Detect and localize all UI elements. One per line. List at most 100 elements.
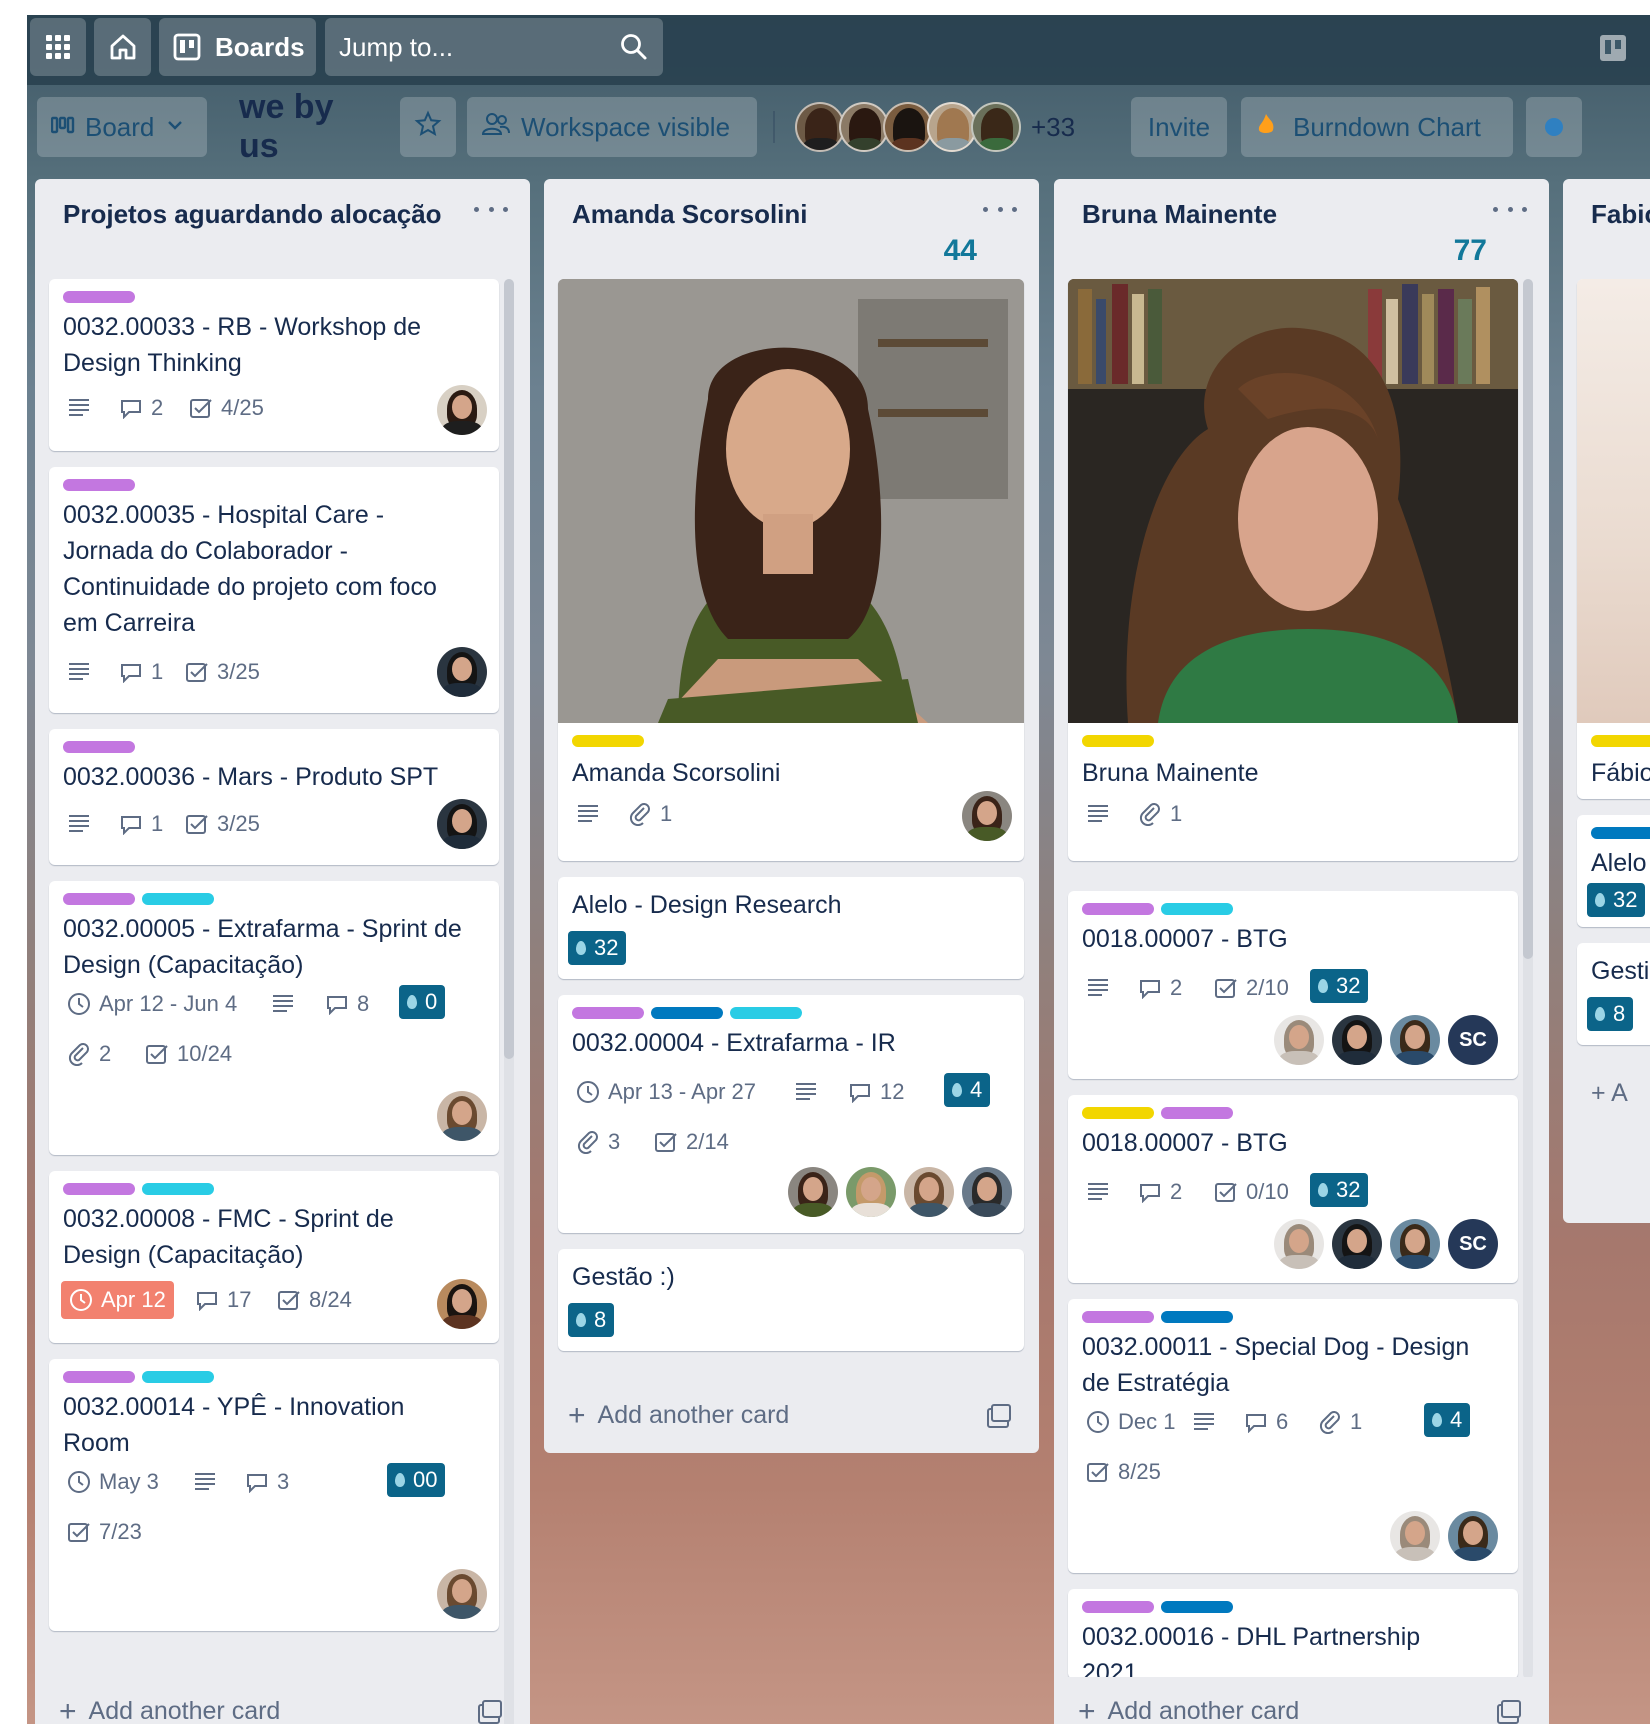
card-labels [572,1007,802,1019]
member-avatar[interactable] [904,1167,954,1217]
member-avatar[interactable] [1448,1511,1498,1561]
card-template-icon[interactable] [476,1699,504,1724]
trello-logo-icon[interactable] [1598,33,1628,63]
star-board-button[interactable] [400,97,456,157]
more-members-count[interactable]: +33 [1031,112,1075,143]
home-button[interactable] [94,18,151,76]
workspace-visibility-button[interactable]: Workspace visible [467,97,757,157]
card[interactable]: 0032.00014 - YPÊ - Innovation Room May 3… [49,1359,499,1631]
member-avatar[interactable] [1274,1015,1324,1065]
comments-badge: 1 [119,659,163,685]
member-avatar[interactable] [962,1167,1012,1217]
card-template-icon[interactable] [985,1403,1013,1431]
member-avatar[interactable] [437,799,487,849]
card[interactable]: Gestão :) 8 [558,1249,1024,1351]
card[interactable]: 0032.00035 - Hospital Care - Jornada do … [49,467,499,713]
member-avatar-initials[interactable]: SC [1448,1015,1498,1065]
add-another-card-button[interactable]: + A [1591,1079,1628,1108]
add-another-card-button[interactable]: + Add another card [568,1400,789,1430]
card-title: Gestão :) [572,1263,675,1291]
list-title[interactable]: Bruna Mainente [1082,199,1277,230]
member-avatar[interactable] [927,102,977,152]
list-title[interactable]: Projetos aguardando alocação [63,199,442,230]
pin-icon [1318,1183,1328,1197]
description-icon [69,663,89,680]
add-another-card-button[interactable]: + Add another card [59,1696,280,1724]
list-title[interactable]: Amanda Scorsolini [572,199,808,230]
checklist-badge: 7/23 [67,1519,142,1545]
card[interactable]: 0018.00007 - BTG 2 2/10 32 SC [1068,891,1518,1079]
member-avatar[interactable] [437,1569,487,1619]
label-blue [1161,1311,1233,1323]
boards-button[interactable]: Boards [159,18,316,76]
card-labels [1082,1601,1233,1613]
pin-icon [576,941,586,955]
card[interactable]: 0032.00008 - FMC - Sprint de Design (Cap… [49,1171,499,1343]
card[interactable]: 0032.00016 - DHL Partnership 2021 [1068,1589,1518,1679]
member-avatar[interactable] [962,791,1012,841]
member-avatar[interactable] [788,1167,838,1217]
card-with-cover[interactable]: Fábio [1577,279,1650,799]
member-avatar[interactable] [839,102,889,152]
member-avatar[interactable] [437,1279,487,1329]
card-labels [63,1183,214,1195]
list-card-count: 44 [943,234,977,267]
checklist-badge: 8/25 [1086,1459,1161,1485]
list-scrollbar-thumb[interactable] [504,279,514,1059]
list-menu-icon[interactable] [1493,199,1527,219]
jump-to-search[interactable]: Jump to... [325,18,663,76]
comments-badge: 6 [1244,1409,1288,1435]
card[interactable]: 0032.00033 - RB - Workshop de Design Thi… [49,279,499,451]
card[interactable]: 0032.00004 - Extrafarma - IR Apr 13 - Ap… [558,995,1024,1233]
member-avatar[interactable] [1390,1219,1440,1269]
list-menu-icon[interactable] [474,199,508,219]
apps-switcher-button[interactable] [30,18,86,76]
member-avatar[interactable] [883,102,933,152]
label-purple [1082,1311,1154,1323]
board-view-icon [50,112,75,143]
card-with-cover[interactable]: Amanda Scorsolini 1 [558,279,1024,861]
member-avatar[interactable] [437,647,487,697]
due-date-overdue-badge[interactable]: Apr 12 [61,1281,174,1319]
member-avatar[interactable] [1274,1219,1324,1269]
card-labels [63,741,135,753]
card-title: Bruna Mainente [1082,759,1259,787]
card[interactable]: Gesti 8 [1577,943,1650,1045]
card-with-cover[interactable]: Bruna Mainente 1 [1068,279,1518,861]
status-dot-icon [1545,118,1563,136]
member-avatar[interactable] [795,102,845,152]
card-template-icon[interactable] [1495,1699,1523,1724]
card-cover-photo [558,279,1024,723]
clock-icon [68,1471,90,1493]
card[interactable]: 0018.00007 - BTG 2 0/10 32 SC [1068,1095,1518,1283]
board-view-switcher[interactable]: Board [37,97,207,157]
member-avatar[interactable] [437,385,487,435]
board-title[interactable]: we by us [225,88,380,165]
member-avatar[interactable] [1390,1015,1440,1065]
card[interactable]: 0032.00011 - Special Dog - Design de Est… [1068,1299,1518,1573]
description-icon [69,815,89,832]
checklist-badge: 4/25 [189,395,264,421]
add-another-card-button[interactable]: + Add another card [1078,1696,1299,1724]
status-dot-button[interactable] [1526,97,1582,157]
card[interactable]: 0032.00005 - Extrafarma - Sprint de Desi… [49,881,499,1155]
member-avatar[interactable] [1390,1511,1440,1561]
card[interactable]: 0032.00036 - Mars - Produto SPT 1 3/25 [49,729,499,865]
list-menu-icon[interactable] [983,199,1017,219]
checklist-icon [68,1523,90,1542]
pin-icon [1595,1007,1605,1021]
member-avatar-initials[interactable]: SC [1448,1219,1498,1269]
card[interactable]: Alelo 32 [1577,815,1650,927]
list-scrollbar-thumb[interactable] [1523,279,1533,959]
member-avatar[interactable] [1332,1219,1382,1269]
label-yellow [1082,735,1154,747]
list-title[interactable]: Fabio [1591,199,1650,230]
member-avatar[interactable] [1332,1015,1382,1065]
member-avatar[interactable] [846,1167,896,1217]
description-badge [67,661,91,681]
burndown-chart-button[interactable]: Burndown Chart [1241,97,1513,157]
invite-button[interactable]: Invite [1131,97,1227,157]
card[interactable]: Alelo - Design Research 32 [558,877,1024,979]
member-avatar[interactable] [437,1091,487,1141]
member-avatar[interactable] [971,102,1021,152]
